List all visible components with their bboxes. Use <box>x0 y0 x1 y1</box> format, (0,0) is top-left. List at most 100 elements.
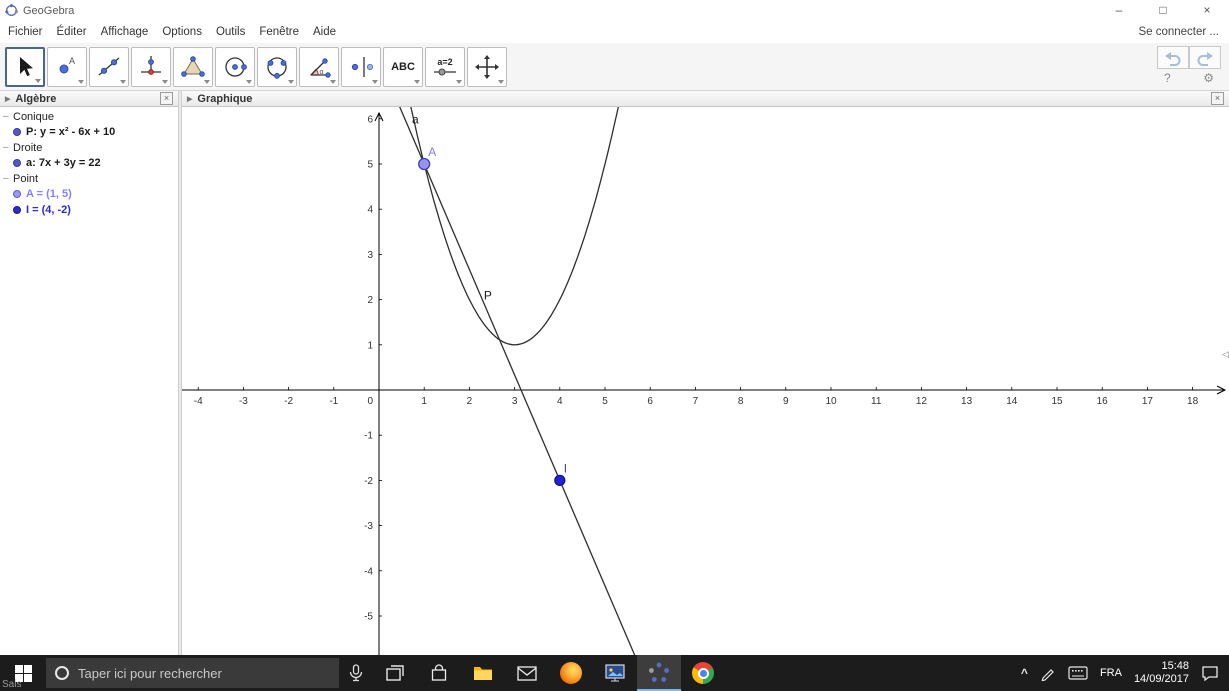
close-button[interactable]: × <box>1185 0 1229 21</box>
svg-text:A: A <box>69 56 75 66</box>
collapse-toggle[interactable]: – <box>3 173 13 184</box>
file-explorer-button[interactable] <box>461 655 505 691</box>
object-type-label: Conique <box>13 110 54 123</box>
object-visibility-dot[interactable] <box>13 206 21 214</box>
algebra-panel-close-icon[interactable]: × <box>160 92 173 105</box>
y-tick-label: -4 <box>364 566 373 577</box>
tool-perpendicular-line[interactable] <box>131 46 171 87</box>
menu-item-aide[interactable]: Aide <box>313 26 336 38</box>
tool-dropdown-arrow-icon[interactable] <box>414 79 420 84</box>
object-visibility-dot[interactable] <box>13 190 21 198</box>
collapse-toggle[interactable]: – <box>3 142 13 153</box>
tool-dropdown-arrow-icon[interactable] <box>78 79 84 84</box>
tool-dropdown-arrow-icon[interactable] <box>456 79 462 84</box>
x-tick-label: 17 <box>1142 396 1154 407</box>
tool-point[interactable]: A <box>47 46 87 87</box>
tool-circle-center-point[interactable] <box>215 46 255 87</box>
media-app-button[interactable] <box>593 655 637 691</box>
tool-text[interactable]: ABC <box>383 46 423 87</box>
tool-dropdown-arrow-icon[interactable] <box>120 79 126 84</box>
graphics-panel-header[interactable]: ▶ Graphique × <box>182 91 1229 107</box>
hidden-icons-chevron[interactable]: ^ <box>1015 655 1034 691</box>
store-icon <box>431 664 447 681</box>
sign-in-link[interactable]: Se connecter ... <box>1138 26 1219 38</box>
x-tick-label: 11 <box>871 396 882 407</box>
clock-time: 15:48 <box>1161 660 1189 672</box>
tool-conic[interactable] <box>257 46 297 87</box>
menu-item-fichier[interactable]: Fichier <box>8 26 43 38</box>
menu-item-fenetre[interactable]: Fenêtre <box>259 26 299 38</box>
tool-dropdown-arrow-icon[interactable] <box>372 79 378 84</box>
tool-slider[interactable]: a=2 <box>425 46 465 87</box>
tool-angle[interactable]: α <box>299 46 339 87</box>
menu-item-outils[interactable]: Outils <box>216 26 245 38</box>
microphone-button[interactable] <box>339 655 373 691</box>
panel-expand-arrow-icon[interactable]: ▶ <box>187 95 192 103</box>
object-visibility-dot[interactable] <box>13 128 21 136</box>
collapse-toggle[interactable]: – <box>3 111 13 122</box>
slider-tool-label: a=2 <box>437 56 453 67</box>
task-view-button[interactable] <box>373 655 417 691</box>
menu-items: Fichier Éditer Affichage Options Outils Fenêt… <box>8 26 350 38</box>
tool-dropdown-arrow-icon[interactable] <box>162 79 168 84</box>
tool-dropdown-arrow-icon[interactable] <box>35 78 41 83</box>
help-button[interactable]: ? <box>1164 71 1171 85</box>
tool-dropdown-arrow-icon[interactable] <box>204 79 210 84</box>
touch-keyboard-button[interactable] <box>1062 655 1094 691</box>
settings-gear-icon[interactable]: ⚙ <box>1203 71 1214 85</box>
tool-dropdown-arrow-icon[interactable] <box>288 79 294 84</box>
store-button[interactable] <box>417 655 461 691</box>
graphics-panel-close-icon[interactable]: × <box>1211 92 1224 105</box>
menu-item-affichage[interactable]: Affichage <box>101 26 149 38</box>
tool-dropdown-arrow-icon[interactable] <box>330 79 336 84</box>
minimize-button[interactable]: – <box>1097 0 1141 21</box>
action-center-button[interactable] <box>1195 655 1225 691</box>
chrome-button[interactable] <box>681 655 725 691</box>
redo-button[interactable] <box>1189 46 1221 69</box>
tool-move-graphics-view[interactable] <box>467 46 507 87</box>
point-A[interactable] <box>418 157 431 171</box>
x-tick-label: 16 <box>1097 396 1109 407</box>
mail-envelope-icon <box>517 665 537 681</box>
tool-dropdown-arrow-icon[interactable] <box>498 79 504 84</box>
tool-move[interactable] <box>5 46 45 87</box>
tool-polygon[interactable] <box>173 46 213 87</box>
reflection-tool-icon <box>351 56 374 77</box>
mail-button[interactable] <box>505 655 549 691</box>
algebra-panel: ▶ Algèbre × – Conique P: y = x² - 6x + 10–… <box>0 91 178 655</box>
panel-expand-arrow-icon[interactable]: ▶ <box>5 95 10 103</box>
graphics-panel-collapse-arrow[interactable]: ◁ <box>1222 349 1229 360</box>
point-label-A: A <box>428 145 436 159</box>
menu-bar: Fichier Éditer Affichage Options Outils Fenêt… <box>0 21 1229 43</box>
parabola-P[interactable] <box>404 107 625 346</box>
algebra-item[interactable]: a: 7x + 3y = 22 <box>0 155 178 171</box>
object-type-label: Droite <box>13 141 43 154</box>
point-I[interactable] <box>554 474 566 487</box>
tool-line[interactable] <box>89 46 129 87</box>
algebra-item[interactable]: P: y = x² - 6x + 10 <box>0 124 178 140</box>
clock[interactable]: 15:48 14/09/2017 <box>1128 655 1195 691</box>
taskbar-search-input[interactable]: Taper ici pour rechercher <box>46 658 339 688</box>
algebra-item[interactable]: A = (1, 5) <box>0 186 178 202</box>
language-indicator[interactable]: FRA <box>1094 655 1128 691</box>
algebra-panel-header[interactable]: ▶ Algèbre × <box>0 91 178 107</box>
system-tray: ^ FRA 15:48 14/09/2017 <box>1015 655 1229 691</box>
y-tick-label: 2 <box>367 295 373 306</box>
algebra-item[interactable]: I = (4, -2) <box>0 202 178 218</box>
x-tick-label: 14 <box>1006 396 1018 407</box>
line-tool-icon <box>98 57 120 75</box>
menu-item-options[interactable]: Options <box>162 26 202 38</box>
toolbar-right-controls: ? ⚙ <box>1157 46 1221 85</box>
geogebra-app-button[interactable] <box>637 655 681 691</box>
menu-item-editer[interactable]: Éditer <box>57 26 87 38</box>
input-bar-partial-text: Sais <box>2 679 22 690</box>
object-visibility-dot[interactable] <box>13 159 21 167</box>
tool-dropdown-arrow-icon[interactable] <box>246 79 252 84</box>
pen-workspace-button[interactable] <box>1034 655 1062 691</box>
maximize-button[interactable]: □ <box>1141 0 1185 21</box>
graphics-view-canvas[interactable]: -4 -3 -2 -1 1 2 3 4 5 6 7 8 9 10 11 12 13 14 15 16 17 1865432… <box>182 107 1229 655</box>
tool-reflection[interactable] <box>341 46 381 87</box>
undo-button[interactable] <box>1157 46 1189 69</box>
firefox-button[interactable] <box>549 655 593 691</box>
line-a[interactable] <box>389 107 649 655</box>
